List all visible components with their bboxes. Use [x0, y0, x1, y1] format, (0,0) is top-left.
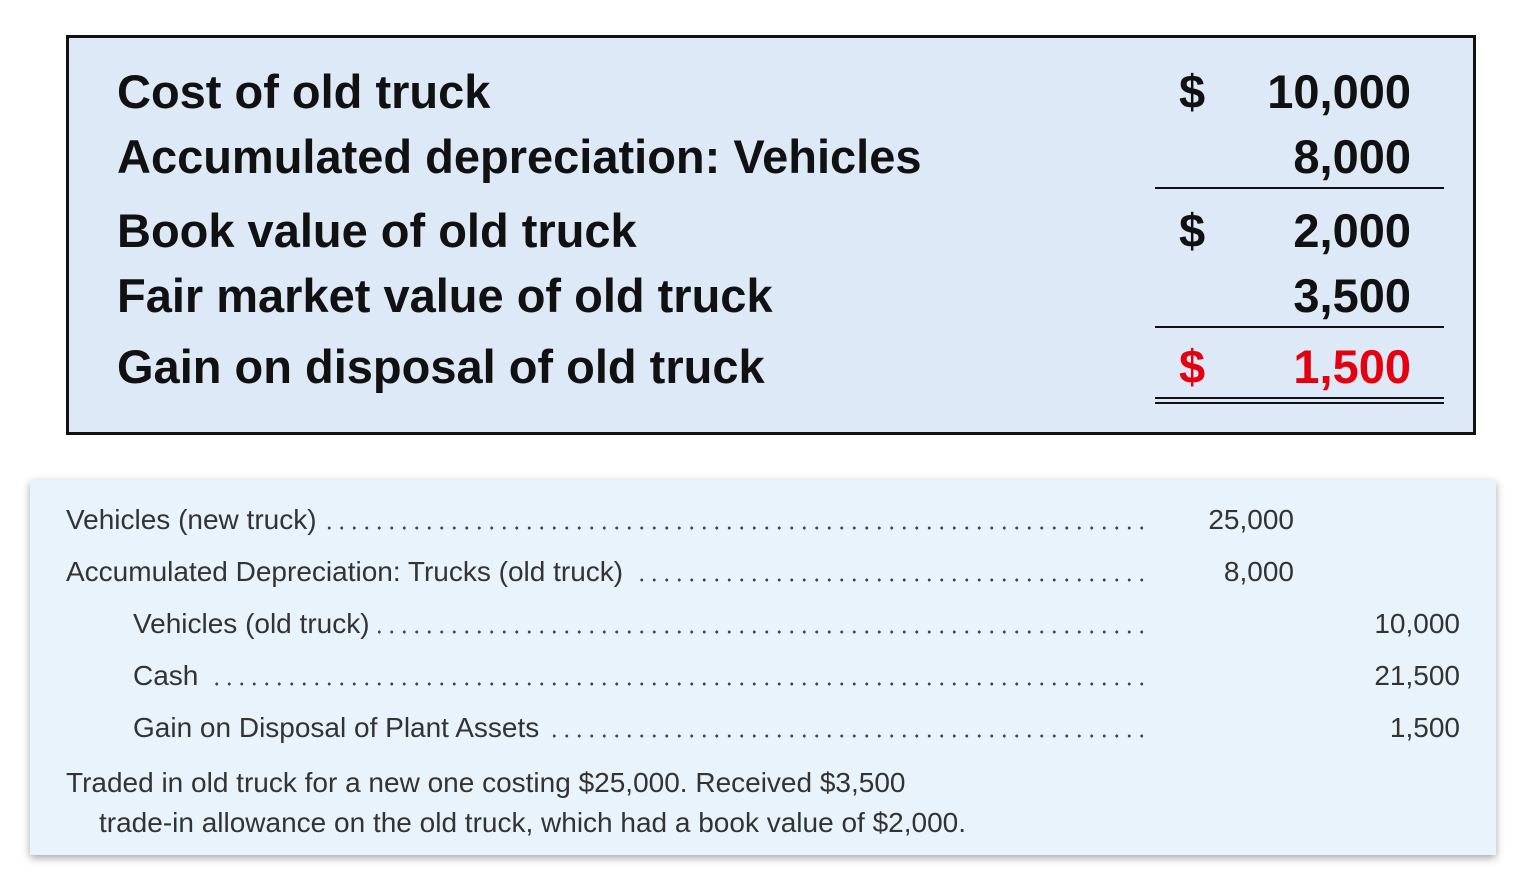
dot-leader: [133, 682, 1148, 686]
account-label: Cash: [133, 660, 207, 691]
calc-amount: 3,500: [1293, 269, 1411, 322]
calc-label: Accumulated depreciation: Vehicles: [117, 130, 922, 183]
calc-label: Book value of old truck: [117, 204, 637, 257]
credit-amount: 10,000: [1374, 608, 1460, 639]
journal-line: Accumulated Depreciation: Trucks (old tr…: [30, 552, 1496, 592]
calc-label: Fair market value of old truck: [117, 269, 773, 322]
account-name: Cash: [133, 656, 1148, 696]
calc-label: Gain on disposal of old truck: [117, 340, 765, 393]
journal-line: Cash 21,500: [30, 656, 1496, 696]
account-label: Vehicles (new truck): [66, 504, 325, 535]
account-name: Gain on Disposal of Plant Assets: [133, 708, 1148, 748]
account-label: Vehicles (old truck): [133, 608, 378, 639]
credit-amount: 21,500: [1374, 660, 1460, 691]
account-name: Vehicles (old truck): [133, 604, 1148, 644]
account-label: Gain on Disposal of Plant Assets: [133, 712, 548, 743]
debit-amount: 25,000: [1208, 504, 1294, 535]
journal-line: Vehicles (old truck) 10,000: [30, 604, 1496, 644]
calc-amount: 8,000: [1293, 130, 1411, 183]
calc-row-fair-market-value: Fair market value of old truck 3,500: [69, 266, 1473, 326]
calc-amount: 1,500: [1293, 340, 1411, 393]
debit-amount: 8,000: [1223, 556, 1294, 587]
journal-entry-box: Vehicles (new truck) 25,000 Accumulated …: [30, 480, 1496, 855]
explanation-line-2: trade-in allowance on the old truck, whi…: [99, 807, 967, 838]
credit-amount: 1,500: [1389, 712, 1460, 743]
calc-row-gain: Gain on disposal of old truck $ 1,500: [69, 337, 1473, 397]
account-label: Accumulated Depreciation: Trucks (old tr…: [66, 556, 632, 587]
account-name: Vehicles (new truck): [66, 500, 1148, 540]
calc-row-cost: Cost of old truck $ 10,000: [69, 62, 1473, 122]
calculation-box: Cost of old truck $ 10,000 Accumulated d…: [66, 35, 1476, 435]
currency-symbol: $: [1179, 204, 1206, 257]
calc-row-book-value: Book value of old truck $ 2,000: [69, 201, 1473, 261]
explanation-line-1: Traded in old truck for a new one costin…: [66, 767, 906, 798]
calc-amount: 10,000: [1267, 65, 1411, 118]
calc-label: Cost of old truck: [117, 65, 491, 118]
subtotal-rule: [1155, 326, 1444, 328]
account-name: Accumulated Depreciation: Trucks (old tr…: [66, 552, 1148, 592]
journal-line: Gain on Disposal of Plant Assets 1,500: [30, 708, 1496, 748]
currency-symbol: $: [1179, 340, 1206, 393]
journal-line: Vehicles (new truck) 25,000: [30, 500, 1496, 540]
calc-amount: 2,000: [1293, 204, 1411, 257]
entry-explanation: Traded in old truck for a new one costin…: [66, 763, 966, 843]
currency-symbol: $: [1179, 65, 1206, 118]
subtotal-rule: [1155, 187, 1444, 189]
calc-row-accumulated-depreciation: Accumulated depreciation: Vehicles 8,000: [69, 127, 1473, 187]
total-double-rule: [1155, 397, 1444, 404]
